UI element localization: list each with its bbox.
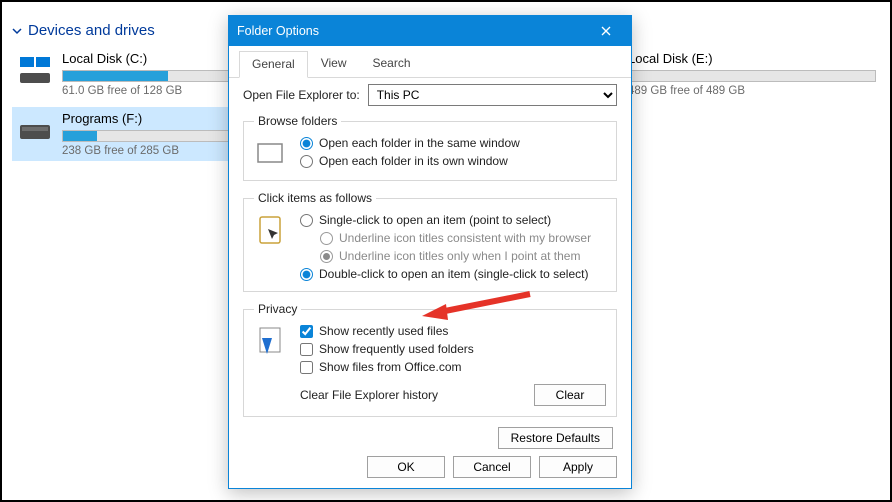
radio-double-click[interactable]: Double-click to open an item (single-cli… [300, 267, 606, 281]
close-icon [601, 26, 611, 36]
drive-bar [628, 70, 876, 82]
close-button[interactable] [589, 16, 623, 46]
checkbox-input[interactable] [300, 343, 313, 356]
drive-item[interactable]: Local Disk (E:) 489 GB free of 489 GB [622, 47, 882, 101]
check-frequent-folders[interactable]: Show frequently used folders [300, 342, 606, 356]
drive-icon [18, 113, 52, 147]
open-explorer-label: Open File Explorer to: [243, 88, 360, 102]
radio-single-click[interactable]: Single-click to open an item (point to s… [300, 213, 606, 227]
drive-icon [18, 53, 52, 87]
clear-button[interactable]: Clear [534, 384, 606, 406]
checkbox-input[interactable] [300, 361, 313, 374]
radio-disabled-icon [320, 232, 333, 245]
radio-same-window[interactable]: Open each folder in the same window [300, 136, 606, 150]
radio-own-window[interactable]: Open each folder in its own window [300, 154, 606, 168]
click-items-group: Click items as follows Single-click to o… [243, 191, 617, 292]
radio-underline-point: Underline icon titles only when I point … [320, 249, 606, 263]
checkbox-input[interactable] [300, 325, 313, 338]
browse-icon [254, 136, 288, 170]
open-explorer-select[interactable]: This PC [368, 84, 617, 106]
radio-disabled-icon [320, 250, 333, 263]
tab-general[interactable]: General [239, 51, 308, 78]
ok-button[interactable]: OK [367, 456, 445, 478]
chevron-down-icon [12, 26, 22, 36]
tab-search[interactable]: Search [360, 50, 424, 77]
group-header-label: Devices and drives [28, 22, 155, 39]
clear-history-label: Clear File Explorer history [300, 388, 438, 402]
privacy-legend: Privacy [254, 302, 301, 316]
browse-legend: Browse folders [254, 114, 341, 128]
drive-free: 489 GB free of 489 GB [628, 85, 876, 97]
dialog-title: Folder Options [237, 24, 319, 38]
click-legend: Click items as follows [254, 191, 376, 205]
tabs: General View Search [229, 50, 631, 78]
folder-options-dialog: Folder Options General View Search Open … [228, 15, 632, 489]
apply-button[interactable]: Apply [539, 456, 617, 478]
radio-input[interactable] [300, 268, 313, 281]
tab-view[interactable]: View [308, 50, 360, 77]
titlebar[interactable]: Folder Options [229, 16, 631, 46]
privacy-group: Privacy Show recently used files Show fr… [243, 302, 617, 417]
check-recent-files[interactable]: Show recently used files [300, 324, 606, 338]
radio-input[interactable] [300, 214, 313, 227]
restore-defaults-button[interactable]: Restore Defaults [498, 427, 613, 449]
click-icon [254, 213, 288, 247]
check-office-files[interactable]: Show files from Office.com [300, 360, 606, 374]
cancel-button[interactable]: Cancel [453, 456, 531, 478]
drive-name: Local Disk (E:) [628, 51, 876, 66]
radio-input[interactable] [300, 155, 313, 168]
browse-folders-group: Browse folders Open each folder in the s… [243, 114, 617, 181]
privacy-icon [254, 324, 288, 358]
radio-input[interactable] [300, 137, 313, 150]
radio-underline-browser: Underline icon titles consistent with my… [320, 231, 606, 245]
